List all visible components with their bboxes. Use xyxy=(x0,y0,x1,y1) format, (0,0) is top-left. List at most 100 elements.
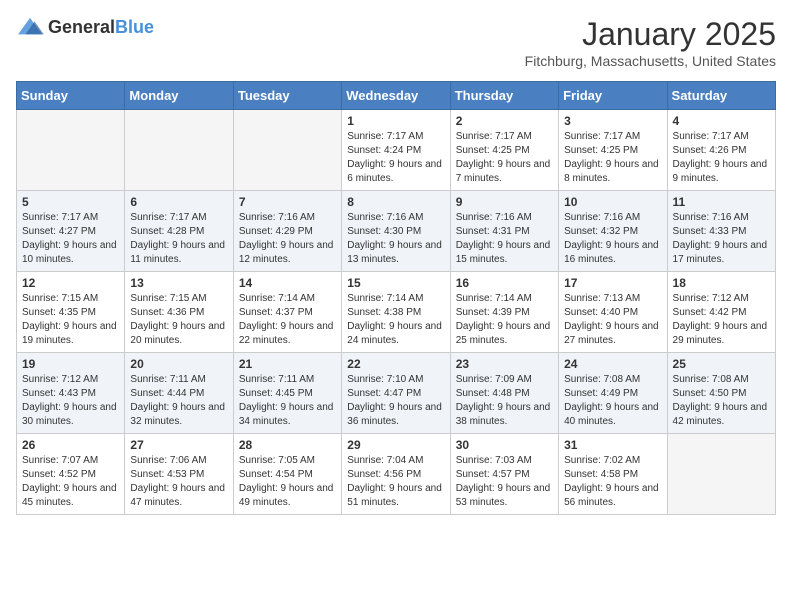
calendar-cell: 13 Sunrise: 7:15 AM Sunset: 4:36 PM Dayli… xyxy=(125,272,233,353)
day-info: Sunrise: 7:14 AM Sunset: 4:38 PM Dayligh… xyxy=(347,292,444,348)
day-number: 8 xyxy=(347,195,444,209)
calendar-week-1: 1Sunrise: 7:17 AM Sunset: 4:24 PM Daylig… xyxy=(17,110,776,191)
day-info: Sunrise: 7:03 AM Sunset: 4:57 PM Dayligh… xyxy=(456,454,553,510)
calendar-cell: 30 Sunrise: 7:03 AM Sunset: 4:57 PM Dayli… xyxy=(450,434,558,515)
day-info: Sunrise: 7:02 AM Sunset: 4:58 PM Dayligh… xyxy=(564,454,661,510)
calendar-table: SundayMondayTuesdayWednesdayThursdayFrid… xyxy=(16,81,776,515)
weekday-header-friday: Friday xyxy=(559,82,667,110)
day-number: 16 xyxy=(456,276,553,290)
day-info: Sunrise: 7:17 AM Sunset: 4:25 PM Dayligh… xyxy=(564,130,661,186)
day-number: 26 xyxy=(22,438,119,452)
day-number: 30 xyxy=(456,438,553,452)
calendar-cell xyxy=(125,110,233,191)
day-number: 9 xyxy=(456,195,553,209)
day-info: Sunrise: 7:16 AM Sunset: 4:33 PM Dayligh… xyxy=(673,211,770,267)
day-info: Sunrise: 7:05 AM Sunset: 4:54 PM Dayligh… xyxy=(239,454,336,510)
calendar-cell: 6Sunrise: 7:17 AM Sunset: 4:28 PM Daylig… xyxy=(125,191,233,272)
logo-icon xyxy=(16,16,44,38)
day-info: Sunrise: 7:06 AM Sunset: 4:53 PM Dayligh… xyxy=(130,454,227,510)
calendar-cell xyxy=(667,434,775,515)
calendar-cell: 14 Sunrise: 7:14 AM Sunset: 4:37 PM Dayli… xyxy=(233,272,341,353)
day-number: 20 xyxy=(130,357,227,371)
calendar-cell: 4 Sunrise: 7:17 AM Sunset: 4:26 PM Daylig… xyxy=(667,110,775,191)
day-number: 4 xyxy=(673,114,770,128)
day-info: Sunrise: 7:14 AM Sunset: 4:37 PM Dayligh… xyxy=(239,292,336,348)
day-info: Sunrise: 7:15 AM Sunset: 4:35 PM Dayligh… xyxy=(22,292,119,348)
calendar-cell: 1Sunrise: 7:17 AM Sunset: 4:24 PM Daylig… xyxy=(342,110,450,191)
calendar-cell: 17Sunrise: 7:13 AM Sunset: 4:40 PM Dayli… xyxy=(559,272,667,353)
day-number: 24 xyxy=(564,357,661,371)
logo: GeneralBlue xyxy=(16,16,154,38)
weekday-header-wednesday: Wednesday xyxy=(342,82,450,110)
day-number: 23 xyxy=(456,357,553,371)
day-number: 13 xyxy=(130,276,227,290)
day-info: Sunrise: 7:16 AM Sunset: 4:30 PM Dayligh… xyxy=(347,211,444,267)
calendar-cell: 27Sunrise: 7:06 AM Sunset: 4:53 PM Dayli… xyxy=(125,434,233,515)
calendar-week-2: 5 Sunrise: 7:17 AM Sunset: 4:27 PM Daylig… xyxy=(17,191,776,272)
calendar-cell xyxy=(233,110,341,191)
day-info: Sunrise: 7:17 AM Sunset: 4:26 PM Dayligh… xyxy=(673,130,770,186)
day-number: 22 xyxy=(347,357,444,371)
calendar-cell: 29 Sunrise: 7:04 AM Sunset: 4:56 PM Dayli… xyxy=(342,434,450,515)
day-info: Sunrise: 7:11 AM Sunset: 4:44 PM Dayligh… xyxy=(130,373,227,429)
calendar-cell xyxy=(17,110,125,191)
day-info: Sunrise: 7:17 AM Sunset: 4:27 PM Dayligh… xyxy=(22,211,119,267)
title-block: January 2025 Fitchburg, Massachusetts, U… xyxy=(525,16,776,69)
day-number: 7 xyxy=(239,195,336,209)
day-info: Sunrise: 7:08 AM Sunset: 4:50 PM Dayligh… xyxy=(673,373,770,429)
day-number: 19 xyxy=(22,357,119,371)
day-number: 12 xyxy=(22,276,119,290)
weekday-header-row: SundayMondayTuesdayWednesdayThursdayFrid… xyxy=(17,82,776,110)
day-info: Sunrise: 7:17 AM Sunset: 4:24 PM Dayligh… xyxy=(347,130,444,186)
location: Fitchburg, Massachusetts, United States xyxy=(525,53,776,69)
calendar-cell: 11 Sunrise: 7:16 AM Sunset: 4:33 PM Dayli… xyxy=(667,191,775,272)
calendar-cell: 15 Sunrise: 7:14 AM Sunset: 4:38 PM Dayli… xyxy=(342,272,450,353)
calendar-cell: 25 Sunrise: 7:08 AM Sunset: 4:50 PM Dayli… xyxy=(667,353,775,434)
calendar-cell: 3Sunrise: 7:17 AM Sunset: 4:25 PM Daylig… xyxy=(559,110,667,191)
calendar-cell: 23 Sunrise: 7:09 AM Sunset: 4:48 PM Dayli… xyxy=(450,353,558,434)
day-number: 10 xyxy=(564,195,661,209)
day-info: Sunrise: 7:10 AM Sunset: 4:47 PM Dayligh… xyxy=(347,373,444,429)
day-number: 21 xyxy=(239,357,336,371)
weekday-header-sunday: Sunday xyxy=(17,82,125,110)
day-info: Sunrise: 7:16 AM Sunset: 4:29 PM Dayligh… xyxy=(239,211,336,267)
day-info: Sunrise: 7:17 AM Sunset: 4:25 PM Dayligh… xyxy=(456,130,553,186)
logo-general: General xyxy=(48,17,115,37)
day-number: 28 xyxy=(239,438,336,452)
day-info: Sunrise: 7:04 AM Sunset: 4:56 PM Dayligh… xyxy=(347,454,444,510)
calendar-week-4: 19 Sunrise: 7:12 AM Sunset: 4:43 PM Dayli… xyxy=(17,353,776,434)
calendar-cell: 2 Sunrise: 7:17 AM Sunset: 4:25 PM Daylig… xyxy=(450,110,558,191)
weekday-header-monday: Monday xyxy=(125,82,233,110)
day-info: Sunrise: 7:15 AM Sunset: 4:36 PM Dayligh… xyxy=(130,292,227,348)
day-info: Sunrise: 7:14 AM Sunset: 4:39 PM Dayligh… xyxy=(456,292,553,348)
day-number: 25 xyxy=(673,357,770,371)
day-info: Sunrise: 7:09 AM Sunset: 4:48 PM Dayligh… xyxy=(456,373,553,429)
calendar-cell: 26Sunrise: 7:07 AM Sunset: 4:52 PM Dayli… xyxy=(17,434,125,515)
calendar-cell: 18Sunrise: 7:12 AM Sunset: 4:42 PM Dayli… xyxy=(667,272,775,353)
calendar-cell: 19 Sunrise: 7:12 AM Sunset: 4:43 PM Dayli… xyxy=(17,353,125,434)
calendar-cell: 21Sunrise: 7:11 AM Sunset: 4:45 PM Dayli… xyxy=(233,353,341,434)
day-number: 2 xyxy=(456,114,553,128)
month-title: January 2025 xyxy=(525,16,776,53)
weekday-header-saturday: Saturday xyxy=(667,82,775,110)
day-number: 29 xyxy=(347,438,444,452)
calendar-cell: 22 Sunrise: 7:10 AM Sunset: 4:47 PM Dayli… xyxy=(342,353,450,434)
calendar-cell: 31 Sunrise: 7:02 AM Sunset: 4:58 PM Dayli… xyxy=(559,434,667,515)
day-number: 11 xyxy=(673,195,770,209)
calendar-cell: 10Sunrise: 7:16 AM Sunset: 4:32 PM Dayli… xyxy=(559,191,667,272)
weekday-header-thursday: Thursday xyxy=(450,82,558,110)
page-header: GeneralBlue January 2025 Fitchburg, Mass… xyxy=(16,16,776,69)
day-number: 14 xyxy=(239,276,336,290)
day-info: Sunrise: 7:12 AM Sunset: 4:43 PM Dayligh… xyxy=(22,373,119,429)
calendar-cell: 5 Sunrise: 7:17 AM Sunset: 4:27 PM Daylig… xyxy=(17,191,125,272)
day-number: 31 xyxy=(564,438,661,452)
calendar-week-3: 12 Sunrise: 7:15 AM Sunset: 4:35 PM Dayli… xyxy=(17,272,776,353)
calendar-week-5: 26Sunrise: 7:07 AM Sunset: 4:52 PM Dayli… xyxy=(17,434,776,515)
calendar-cell: 24 Sunrise: 7:08 AM Sunset: 4:49 PM Dayli… xyxy=(559,353,667,434)
day-info: Sunrise: 7:08 AM Sunset: 4:49 PM Dayligh… xyxy=(564,373,661,429)
day-number: 5 xyxy=(22,195,119,209)
day-number: 15 xyxy=(347,276,444,290)
day-number: 18 xyxy=(673,276,770,290)
calendar-cell: 9Sunrise: 7:16 AM Sunset: 4:31 PM Daylig… xyxy=(450,191,558,272)
weekday-header-tuesday: Tuesday xyxy=(233,82,341,110)
